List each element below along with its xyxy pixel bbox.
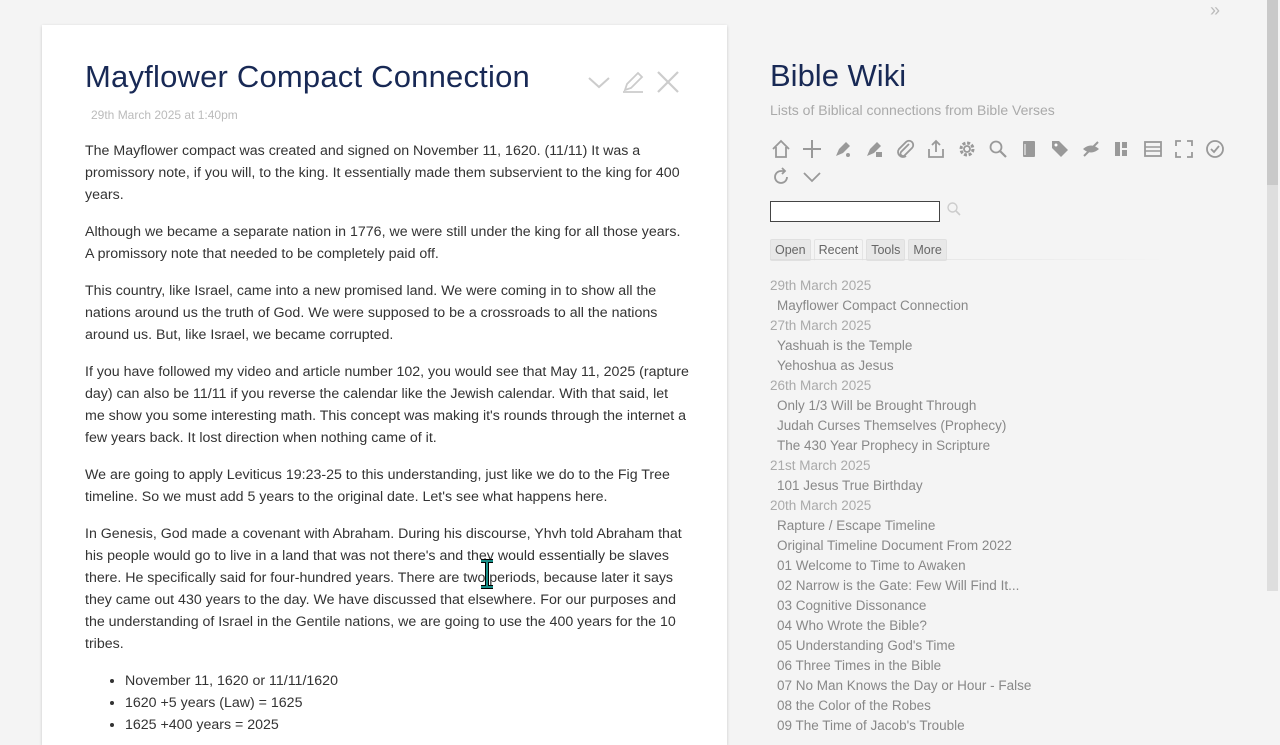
text-cursor-icon — [479, 559, 495, 594]
list-item: November 11, 1620 or 11/11/1620 — [125, 670, 690, 692]
recent-link[interactable]: Only 1/3 Will be Brought Through — [770, 396, 1170, 416]
scrollbar-track[interactable] — [1267, 185, 1278, 591]
sidebar: Bible Wiki Lists of Biblical connections… — [770, 0, 1240, 733]
recent-link[interactable]: 07 No Man Knows the Day or Hour - False — [770, 676, 1170, 696]
refresh-icon[interactable] — [770, 166, 792, 188]
tab-divider — [770, 259, 1170, 260]
recent-link[interactable]: 03 Cognitive Dissonance — [770, 596, 1170, 616]
recent-link[interactable]: 09 The Time of Jacob's Trouble — [770, 716, 1170, 736]
search-icon[interactable] — [987, 138, 1009, 160]
tiddler-panel: Mayflower Compact Connection 29th March … — [42, 25, 727, 745]
recent-link[interactable]: Rapture / Escape Timeline — [770, 516, 1170, 536]
recent-link[interactable]: 05 Understanding God's Time — [770, 636, 1170, 656]
tab-more[interactable]: More — [908, 239, 947, 261]
paragraph: Although we became a separate nation in … — [85, 224, 681, 262]
home-icon[interactable] — [770, 138, 792, 160]
recent-date: 29th March 2025 — [770, 278, 872, 293]
list-item: 1620 +5 years (Law) = 1625 — [125, 692, 690, 714]
new-image-icon[interactable] — [863, 138, 885, 160]
close-icon[interactable] — [655, 69, 681, 95]
scrollbar-thumb[interactable] — [1267, 0, 1278, 185]
recent-link[interactable]: Original Timeline Document From 2022 — [770, 536, 1170, 556]
paperclip-icon[interactable] — [894, 138, 916, 160]
recent-link[interactable]: 06 Three Times in the Bible — [770, 656, 1170, 676]
recent-link[interactable]: Judah Curses Themselves (Prophecy) — [770, 416, 1170, 436]
recent-link[interactable]: 08 the Color of the Robes — [770, 696, 1170, 716]
list-item: 1625 +400 years = 2025 — [125, 714, 690, 736]
tag-icon[interactable] — [1049, 138, 1071, 160]
fullscreen-icon[interactable] — [1173, 138, 1195, 160]
tiddler-title: Mayflower Compact Connection — [85, 59, 530, 94]
bullet-list: November 11, 1620 or 11/11/1620 1620 +5 … — [85, 670, 690, 736]
recent-link[interactable]: Yehoshua as Jesus — [770, 356, 1170, 376]
tiddler-controls — [587, 69, 681, 95]
hide-sidebar-icon[interactable] — [1080, 138, 1102, 160]
tab-open[interactable]: Open — [770, 239, 811, 261]
recent-date: 26th March 2025 — [770, 378, 872, 393]
recent-link[interactable]: Mayflower Compact Connection — [770, 296, 1170, 316]
gear-icon[interactable] — [956, 138, 978, 160]
new-journal-icon[interactable] — [832, 138, 854, 160]
recent-date: 20th March 2025 — [770, 498, 872, 513]
site-subtitle: Lists of Biblical connections from Bible… — [770, 102, 1055, 118]
recent-link[interactable]: The 430 Year Prophecy in Scripture — [770, 436, 1170, 456]
paragraph: In Genesis, God made a covenant with Abr… — [85, 526, 682, 652]
site-title: Bible Wiki — [770, 58, 907, 93]
new-tiddler-icon[interactable] — [801, 138, 823, 160]
search-input[interactable] — [770, 201, 940, 222]
recent-link[interactable]: Yashuah is the Temple — [770, 336, 1170, 356]
export-icon[interactable] — [925, 138, 947, 160]
more-chevron-icon[interactable] — [801, 166, 823, 188]
recent-link[interactable]: 101 Jesus True Birthday — [770, 476, 1170, 496]
page-controls — [770, 136, 1240, 192]
paragraph: We are going to apply Leviticus 19:23-25… — [85, 467, 670, 505]
recent-date: 27th March 2025 — [770, 318, 872, 333]
search-icon[interactable] — [946, 201, 962, 222]
tiddler-body: The Mayflower compact was created and si… — [85, 140, 690, 736]
sidebar-tabs: Open Recent Tools More — [770, 239, 947, 261]
paragraph: This country, like Israel, came into a n… — [85, 283, 658, 343]
recent-date: 21st March 2025 — [770, 458, 871, 473]
recent-list: 29th March 2025 Mayflower Compact Connec… — [770, 276, 1170, 736]
check-circle-icon[interactable] — [1204, 138, 1226, 160]
recent-link[interactable]: 04 Who Wrote the Bible? — [770, 616, 1170, 636]
search-area — [770, 201, 962, 222]
tiddler-date: 29th March 2025 at 1:40pm — [91, 108, 238, 122]
list-icon[interactable] — [1142, 138, 1164, 160]
recent-link[interactable]: 01 Welcome to Time to Awaken — [770, 556, 1170, 576]
paragraph: If you have followed my video and articl… — [85, 364, 689, 446]
tab-recent[interactable]: Recent — [813, 239, 864, 261]
recent-link[interactable]: 02 Narrow is the Gate: Few Will Find It.… — [770, 576, 1170, 596]
scrollbar[interactable] — [1264, 0, 1280, 720]
edit-icon[interactable] — [621, 70, 645, 94]
tab-tools[interactable]: Tools — [866, 239, 906, 261]
storyview-icon[interactable] — [1018, 138, 1040, 160]
layout-icon[interactable] — [1111, 138, 1133, 160]
paragraph: The Mayflower compact was created and si… — [85, 143, 680, 203]
chevron-down-icon[interactable] — [587, 72, 611, 92]
